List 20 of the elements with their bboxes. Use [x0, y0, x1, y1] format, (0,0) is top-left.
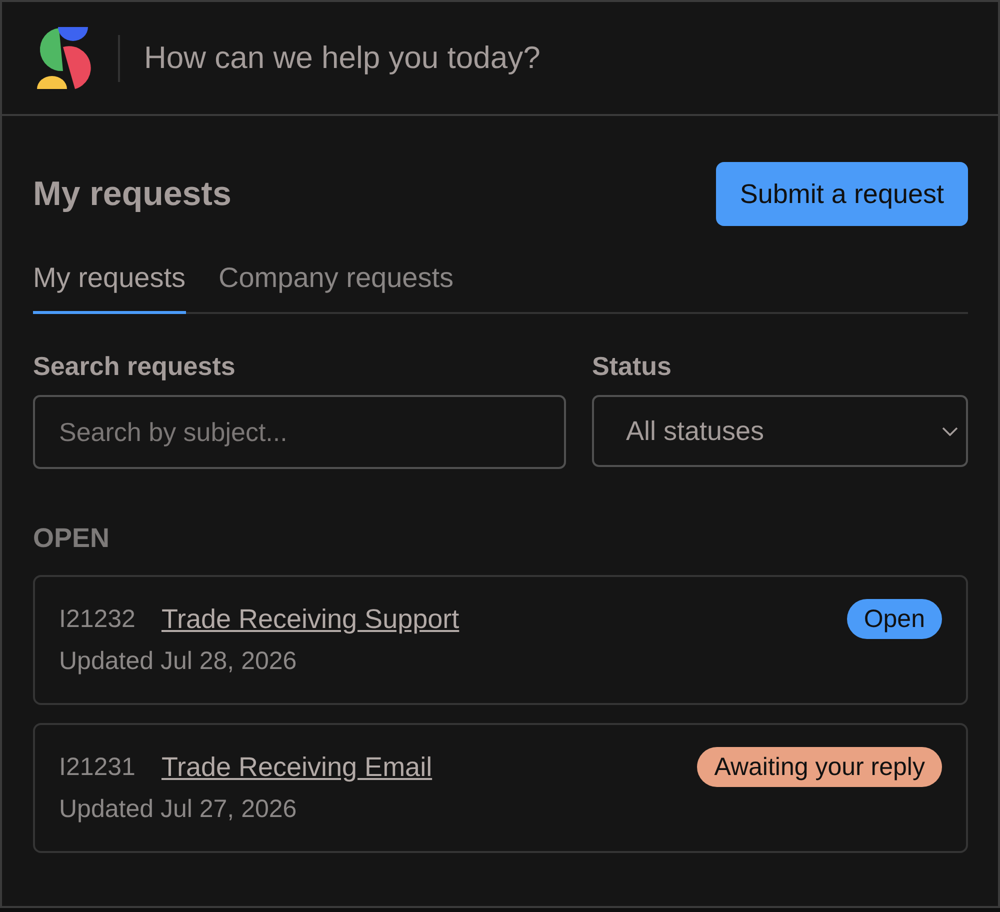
- status-select[interactable]: All statuses: [592, 395, 968, 467]
- request-link[interactable]: Trade Receiving Support: [161, 604, 460, 634]
- submit-request-button[interactable]: Submit a request: [716, 162, 968, 226]
- page-heading: My requests: [33, 174, 232, 214]
- tab[interactable]: My requests: [33, 248, 186, 314]
- logo-icon: [35, 27, 92, 89]
- status-badge: Open: [846, 599, 942, 639]
- chevron-down-icon: [942, 426, 958, 436]
- search-label: Search requests: [33, 351, 236, 381]
- request-link[interactable]: Trade Receiving Email: [161, 752, 432, 782]
- section-title: OPEN: [33, 523, 111, 553]
- tab[interactable]: Company requests: [218, 248, 454, 314]
- search-field[interactable]: Search by subject...: [33, 395, 566, 469]
- status-label: Status: [592, 351, 672, 381]
- updated-date: Updated Jul 28, 2026: [59, 647, 298, 676]
- updated-date: Updated Jul 27, 2026: [59, 795, 298, 824]
- request-id: I21231: [59, 752, 136, 782]
- request-id: I21232: [59, 604, 136, 634]
- header-title: How can we help you today?: [144, 40, 540, 76]
- status-badge: Awaiting your reply: [697, 747, 942, 787]
